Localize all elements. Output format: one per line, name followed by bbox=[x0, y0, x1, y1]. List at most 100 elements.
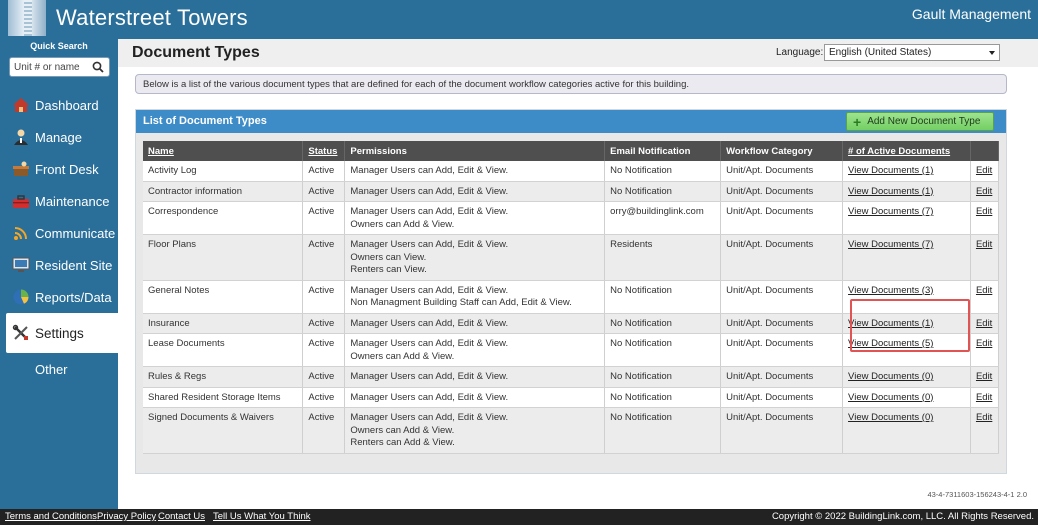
cell-email-notification: No Notification bbox=[604, 280, 722, 314]
contact-us-link[interactable]: Contact Us bbox=[158, 511, 205, 522]
edit-link[interactable]: Edit bbox=[970, 333, 1000, 367]
cell-name: Insurance bbox=[143, 313, 304, 334]
sidebar-item-label: Dashboard bbox=[35, 97, 99, 113]
view-documents-link[interactable]: View Documents (1) bbox=[842, 313, 971, 334]
permission-line: Manager Users can Add, Edit & View. bbox=[350, 239, 509, 250]
cell-workflow-category: Unit/Apt. Documents bbox=[720, 387, 844, 408]
person-icon bbox=[14, 129, 28, 145]
sidebar-item-maintenance[interactable]: Maintenance bbox=[0, 185, 118, 217]
toolbox-icon bbox=[13, 195, 29, 208]
view-documents-link[interactable]: View Documents (0) bbox=[842, 387, 971, 408]
view-documents-link[interactable]: View Documents (0) bbox=[842, 366, 971, 388]
table-row: General Notes Active Manager Users can Add… bbox=[143, 280, 1000, 314]
view-documents-link[interactable]: View Documents (7) bbox=[842, 234, 971, 281]
table-body: Activity Log Active Manager Users can Add,… bbox=[143, 161, 1000, 454]
sidebar-item-front-desk[interactable]: Front Desk bbox=[0, 153, 118, 185]
edit-link[interactable]: Edit bbox=[970, 201, 1000, 235]
cell-name: Rules & Regs bbox=[143, 366, 304, 388]
cell-workflow-category: Unit/Apt. Documents bbox=[720, 181, 844, 202]
edit-link[interactable]: Edit bbox=[970, 161, 1000, 182]
cell-email-notification: No Notification bbox=[604, 407, 722, 454]
cell-name: Floor Plans bbox=[143, 234, 304, 281]
view-documents-link[interactable]: View Documents (1) bbox=[842, 181, 971, 202]
view-documents-link[interactable]: View Documents (1) bbox=[842, 161, 971, 182]
column-header-status[interactable]: Status bbox=[302, 141, 346, 161]
cell-permissions: Manager Users can Add, Edit & View. bbox=[344, 313, 606, 334]
version-string: 43-4-7311603-156243-4-1 2.0 bbox=[927, 490, 1027, 499]
permission-line: Owners can Add & View. bbox=[350, 350, 455, 362]
column-header-workflow-category: Workflow Category bbox=[720, 141, 844, 161]
column-header-name[interactable]: Name bbox=[143, 141, 304, 161]
permission-line: Manager Users can Add, Edit & View. bbox=[350, 371, 509, 382]
view-documents-link[interactable]: View Documents (5) bbox=[842, 333, 971, 367]
cell-permissions: Manager Users can Add, Edit & View. Owner… bbox=[344, 333, 606, 367]
language-select[interactable]: English (United States) bbox=[824, 44, 1000, 61]
cell-workflow-category: Unit/Apt. Documents bbox=[720, 407, 844, 454]
quick-search-input[interactable] bbox=[14, 60, 92, 74]
edit-link[interactable]: Edit bbox=[970, 407, 1000, 454]
cell-email-notification: No Notification bbox=[604, 161, 722, 182]
table-row: Floor Plans Active Manager Users can Add, … bbox=[143, 234, 1000, 281]
cell-workflow-category: Unit/Apt. Documents bbox=[720, 234, 844, 281]
cell-permissions: Manager Users can Add, Edit & View. bbox=[344, 366, 606, 388]
page-header: Document Types Language: English (United… bbox=[118, 39, 1038, 67]
cell-name: Correspondence bbox=[143, 201, 304, 235]
edit-link[interactable]: Edit bbox=[970, 387, 1000, 408]
cell-email-notification: No Notification bbox=[604, 181, 722, 202]
sidebar-item-resident-site[interactable]: Resident Site bbox=[0, 249, 118, 281]
edit-link[interactable]: Edit bbox=[970, 280, 1000, 314]
permission-line: Manager Users can Add, Edit & View. bbox=[350, 206, 509, 217]
permission-line: Renters can Add & View. bbox=[350, 437, 455, 448]
chevron-down-icon bbox=[989, 51, 995, 55]
cell-permissions: Manager Users can Add, Edit & View. bbox=[344, 161, 606, 182]
permission-line: Renters can View. bbox=[350, 264, 427, 275]
building-title: Waterstreet Towers bbox=[56, 5, 248, 30]
permission-line: Owners can Add & View. bbox=[350, 218, 455, 230]
view-documents-link[interactable]: View Documents (7) bbox=[842, 201, 971, 235]
cell-permissions: Manager Users can Add, Edit & View. Owner… bbox=[344, 234, 606, 281]
sidebar-item-manage[interactable]: Manage bbox=[0, 121, 118, 153]
view-documents-link[interactable]: View Documents (3) bbox=[842, 280, 971, 314]
view-documents-link[interactable]: View Documents (0) bbox=[842, 407, 971, 454]
desk-icon bbox=[13, 161, 29, 176]
add-new-document-type-button[interactable]: + Add New Document Type bbox=[846, 112, 994, 131]
edit-link[interactable]: Edit bbox=[970, 234, 1000, 281]
edit-link[interactable]: Edit bbox=[970, 366, 1000, 388]
cell-status: Active bbox=[302, 161, 346, 182]
edit-link[interactable]: Edit bbox=[970, 181, 1000, 202]
permission-line: Manager Users can Add, Edit & View. bbox=[350, 412, 509, 423]
panel-header: List of Document Types + Add New Documen… bbox=[136, 110, 1006, 133]
sidebar-item-other[interactable]: Other bbox=[0, 353, 118, 385]
sidebar-item-settings[interactable]: Settings bbox=[6, 313, 118, 353]
sidebar-item-reports-data[interactable]: Reports/Data bbox=[0, 281, 118, 313]
monitor-icon bbox=[12, 257, 30, 272]
permission-line: Owners can View. bbox=[350, 251, 427, 263]
column-header-active-documents[interactable]: # of Active Documents bbox=[842, 141, 971, 161]
copyright: Copyright © 2022 BuildingLink.com, LLC. … bbox=[771, 511, 1034, 522]
sidebar-item-communicate[interactable]: Communicate bbox=[0, 217, 118, 249]
cell-permissions: Manager Users can Add, Edit & View. bbox=[344, 387, 606, 408]
house-icon bbox=[13, 98, 29, 112]
cell-status: Active bbox=[302, 333, 346, 367]
search-icon[interactable] bbox=[92, 61, 104, 73]
cell-name: Contractor information bbox=[143, 181, 304, 202]
cell-permissions: Manager Users can Add, Edit & View. Owner… bbox=[344, 201, 606, 235]
permission-line: Manager Users can Add, Edit & View. bbox=[350, 185, 509, 197]
cell-workflow-category: Unit/Apt. Documents bbox=[720, 313, 844, 334]
sidebar-item-dashboard[interactable]: Dashboard bbox=[0, 89, 118, 121]
permission-line: Manager Users can Add, Edit & View. bbox=[350, 165, 509, 176]
broadcast-icon bbox=[14, 227, 27, 240]
cell-email-notification: No Notification bbox=[604, 387, 722, 408]
cell-email-notification: No Notification bbox=[604, 366, 722, 388]
main-content: Document Types Language: English (United… bbox=[118, 39, 1038, 509]
permission-line: Non Managment Building Staff can Add, Ed… bbox=[350, 297, 572, 308]
cell-status: Active bbox=[302, 407, 346, 454]
terms-link[interactable]: Terms and Conditions bbox=[5, 511, 97, 522]
plus-icon: + bbox=[853, 113, 862, 130]
sidebar-item-label: Resident Site bbox=[35, 257, 113, 273]
privacy-policy-link[interactable]: Privacy Policy bbox=[97, 511, 156, 522]
edit-link[interactable]: Edit bbox=[970, 313, 1000, 334]
cell-workflow-category: Unit/Apt. Documents bbox=[720, 333, 844, 367]
add-button-label: Add New Document Type bbox=[867, 116, 981, 127]
feedback-link[interactable]: Tell Us What You Think bbox=[213, 511, 311, 522]
